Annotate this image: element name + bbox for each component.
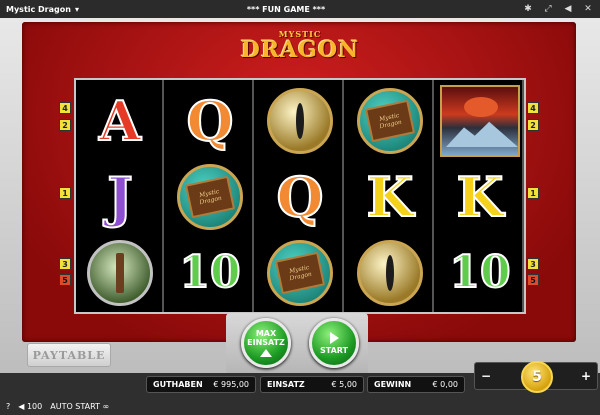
autostart-button[interactable]: AUTO START ∞ <box>50 402 109 411</box>
game-window: Mystic Dragon ▾ *** FUN GAME *** ✱ ⤢ ◀ ✕… <box>0 0 600 415</box>
book-icon: Mystic Dragon <box>184 175 236 219</box>
symbol-10: 10 <box>448 247 511 298</box>
reel-symbol: Q <box>260 160 340 234</box>
max-label: MAX <box>255 329 277 338</box>
reel-symbol: Mystic Dragon <box>350 84 430 158</box>
dragon-eye-symbol <box>357 240 423 306</box>
footer-row: ? ◀ 100 AUTO START ∞ <box>0 398 600 415</box>
tree-symbol <box>87 240 153 306</box>
book-symbol: Mystic Dragon <box>267 240 333 306</box>
book-symbol: Mystic Dragon <box>357 88 423 154</box>
increase-stake-button[interactable]: + <box>579 368 593 384</box>
reel-symbol: K <box>440 160 520 234</box>
eye-icon <box>296 103 304 139</box>
book-icon: Mystic Dragon <box>274 251 326 295</box>
gewinn-label: GEWINN <box>374 380 412 389</box>
game-menu[interactable]: Mystic Dragon ▾ <box>0 5 190 14</box>
stake-coin: 5 <box>521 361 553 393</box>
line-marker-left-3: 3 <box>59 258 71 270</box>
paytable-button[interactable]: PAYTABLE <box>27 343 111 367</box>
reel-3: Q Mystic Dragon <box>256 80 344 312</box>
symbol-q: Q <box>185 89 234 153</box>
reel-symbol <box>350 236 430 310</box>
infinity-icon: ∞ <box>102 402 110 411</box>
bet-display: EINSATZ € 5,00 <box>260 376 364 393</box>
dragon-eye-symbol <box>267 88 333 154</box>
autostart-count-selector[interactable]: ◀ 100 <box>18 402 42 411</box>
book-symbol: Mystic Dragon <box>177 164 243 230</box>
guthaben-label: GUTHABEN <box>153 380 203 389</box>
help-button[interactable]: ? <box>6 402 10 411</box>
sun-icon <box>464 97 498 117</box>
guthaben-value: € 995,00 <box>213 380 249 389</box>
line-marker-left-2: 2 <box>59 119 71 131</box>
reel-symbol: 10 <box>440 236 520 310</box>
balance-display: GUTHABEN € 995,00 <box>146 376 256 393</box>
einsatz-value: € 5,00 <box>331 380 357 389</box>
start-label: START <box>319 345 349 355</box>
reel-symbol: Q <box>170 84 250 158</box>
sound-icon[interactable]: ◀ <box>562 3 574 15</box>
reel-symbol <box>260 84 340 158</box>
line-marker-right-1: 1 <box>527 187 539 199</box>
max-bet-button[interactable]: MAX EINSATZ <box>241 318 291 368</box>
reel-symbol <box>80 236 160 310</box>
eye-icon <box>386 255 394 291</box>
play-icon <box>329 331 339 344</box>
tree-icon <box>116 253 124 293</box>
symbol-k: K <box>456 165 505 229</box>
fun-game-label: *** FUN GAME *** <box>246 4 326 14</box>
line-marker-right-4: 4 <box>527 102 539 114</box>
reel-symbol <box>440 84 520 158</box>
fullscreen-icon[interactable]: ⤢ <box>542 3 554 15</box>
line-marker-left-1: 1 <box>59 187 71 199</box>
mountain-icon <box>446 121 518 147</box>
symbol-k: K <box>366 165 415 229</box>
line-marker-right-5: 5 <box>527 274 539 286</box>
line-marker-right-3: 3 <box>527 258 539 270</box>
gewinn-value: € 0,00 <box>432 380 458 389</box>
symbol-a: A <box>98 89 142 153</box>
reel-2: Q Mystic Dragon 10 <box>166 80 254 312</box>
symbol-j: J <box>106 165 134 229</box>
reel-symbol: Mystic Dragon <box>170 160 250 234</box>
game-title: Mystic Dragon <box>6 4 71 14</box>
arrow-up-icon <box>260 349 272 357</box>
win-display: GEWINN € 0,00 <box>367 376 465 393</box>
reel-1: AJ <box>76 80 164 312</box>
decrease-stake-button[interactable]: − <box>479 368 493 384</box>
line-marker-left-5: 5 <box>59 274 71 286</box>
book-icon: Mystic Dragon <box>364 99 416 143</box>
start-button[interactable]: START <box>309 318 359 368</box>
symbol-q: Q <box>275 165 324 229</box>
autostart-count: 100 <box>26 402 43 411</box>
reel-symbol: J <box>80 160 160 234</box>
chevron-down-icon: ▾ <box>74 4 79 14</box>
autostart-label: AUTO START <box>50 402 100 411</box>
logo-line-dragon: DRAGON <box>240 37 360 63</box>
symbol-10: 10 <box>178 247 241 298</box>
einsatz-label: EINSATZ <box>247 338 285 347</box>
stake-selector: − 5 + <box>474 361 598 393</box>
reel-5: K 10 <box>436 80 524 312</box>
reel-symbol: Mystic Dragon <box>260 236 340 310</box>
reel-4: Mystic Dragon K <box>346 80 434 312</box>
reel-symbol: K <box>350 160 430 234</box>
line-marker-right-2: 2 <box>527 119 539 131</box>
reel-symbol: 10 <box>170 236 250 310</box>
line-marker-left-4: 4 <box>59 102 71 114</box>
settings-icon[interactable]: ✱ <box>522 3 534 15</box>
reels-area: A J Q Mystic Dragon 10 Q Mystic Dragon Mystic D… <box>74 78 526 314</box>
einsatz-label-status: EINSATZ <box>267 380 305 389</box>
scatter-symbol <box>440 85 520 157</box>
reel-symbol: A <box>80 84 160 158</box>
close-icon[interactable]: ✕ <box>582 3 594 15</box>
top-bar: Mystic Dragon ▾ *** FUN GAME *** ✱ ⤢ ◀ ✕ <box>0 0 600 18</box>
